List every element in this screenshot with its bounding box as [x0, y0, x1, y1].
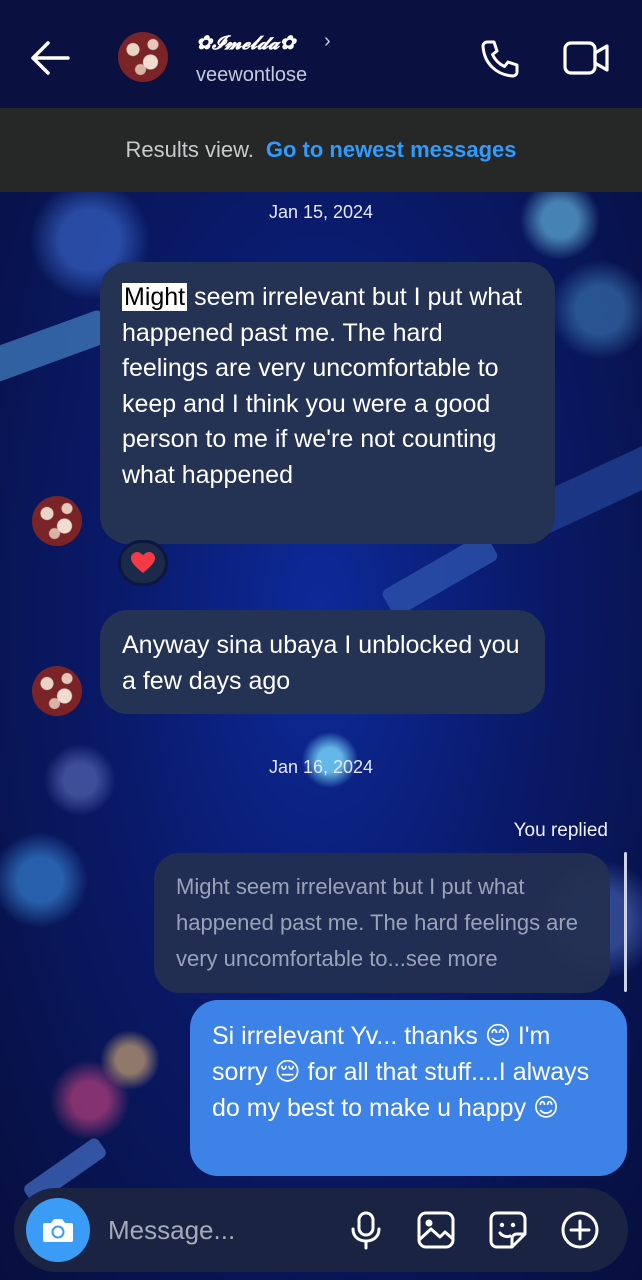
microphone-icon[interactable]	[346, 1210, 386, 1250]
chat-header: ✿𝓘𝓶𝓮𝓵𝓭𝓪✿ › veewontlose	[0, 0, 642, 108]
reply-indicator-bar	[624, 852, 627, 992]
message-input[interactable]	[108, 1208, 328, 1252]
message-text: seem irrelevant but I put what happened …	[122, 283, 523, 489]
quoted-message[interactable]: Might seem irrelevant but I put what hap…	[154, 853, 610, 993]
contact-avatar[interactable]	[118, 32, 168, 82]
contact-name[interactable]: ✿𝓘𝓶𝓮𝓵𝓭𝓪✿	[196, 32, 295, 54]
sender-avatar[interactable]	[32, 666, 82, 716]
camera-icon	[43, 1219, 73, 1242]
outgoing-message[interactable]: Si irrelevant Yv... thanks 😊 I'm sorry 😔…	[190, 1000, 627, 1176]
camera-button[interactable]	[26, 1198, 90, 1262]
date-separator: Jan 16, 2024	[268, 757, 374, 777]
plus-circle-icon[interactable]	[560, 1210, 600, 1250]
message-text: Si irrelevant Yv... thanks 😊 I'm sorry 😔…	[212, 1022, 590, 1122]
phone-icon[interactable]	[478, 38, 522, 80]
search-highlight: Might	[122, 283, 188, 311]
heart-reaction[interactable]	[118, 540, 168, 586]
date-separator: Jan 15, 2024	[268, 202, 374, 222]
results-view-banner: Results view. Go to newest messages	[0, 108, 642, 192]
contact-username[interactable]: veewontlose	[196, 64, 307, 87]
sticker-icon[interactable]	[488, 1210, 528, 1250]
incoming-message[interactable]: Might seem irrelevant but I put what hap…	[100, 262, 555, 544]
chevron-right-icon[interactable]: ›	[324, 30, 331, 53]
sender-avatar[interactable]	[32, 496, 82, 546]
you-replied-label: You replied	[513, 820, 608, 841]
heart-icon	[131, 552, 155, 573]
results-view-text: Results view.	[125, 137, 254, 162]
video-camera-icon[interactable]	[562, 38, 610, 78]
arrow-left-icon[interactable]	[28, 38, 72, 78]
message-composer	[14, 1188, 628, 1272]
go-to-newest-link[interactable]: Go to newest messages	[266, 137, 517, 163]
image-icon[interactable]	[416, 1210, 456, 1250]
incoming-message[interactable]: Anyway sina ubaya I unblocked you a few …	[100, 610, 545, 714]
message-text: Anyway sina ubaya I unblocked you a few …	[122, 631, 520, 695]
